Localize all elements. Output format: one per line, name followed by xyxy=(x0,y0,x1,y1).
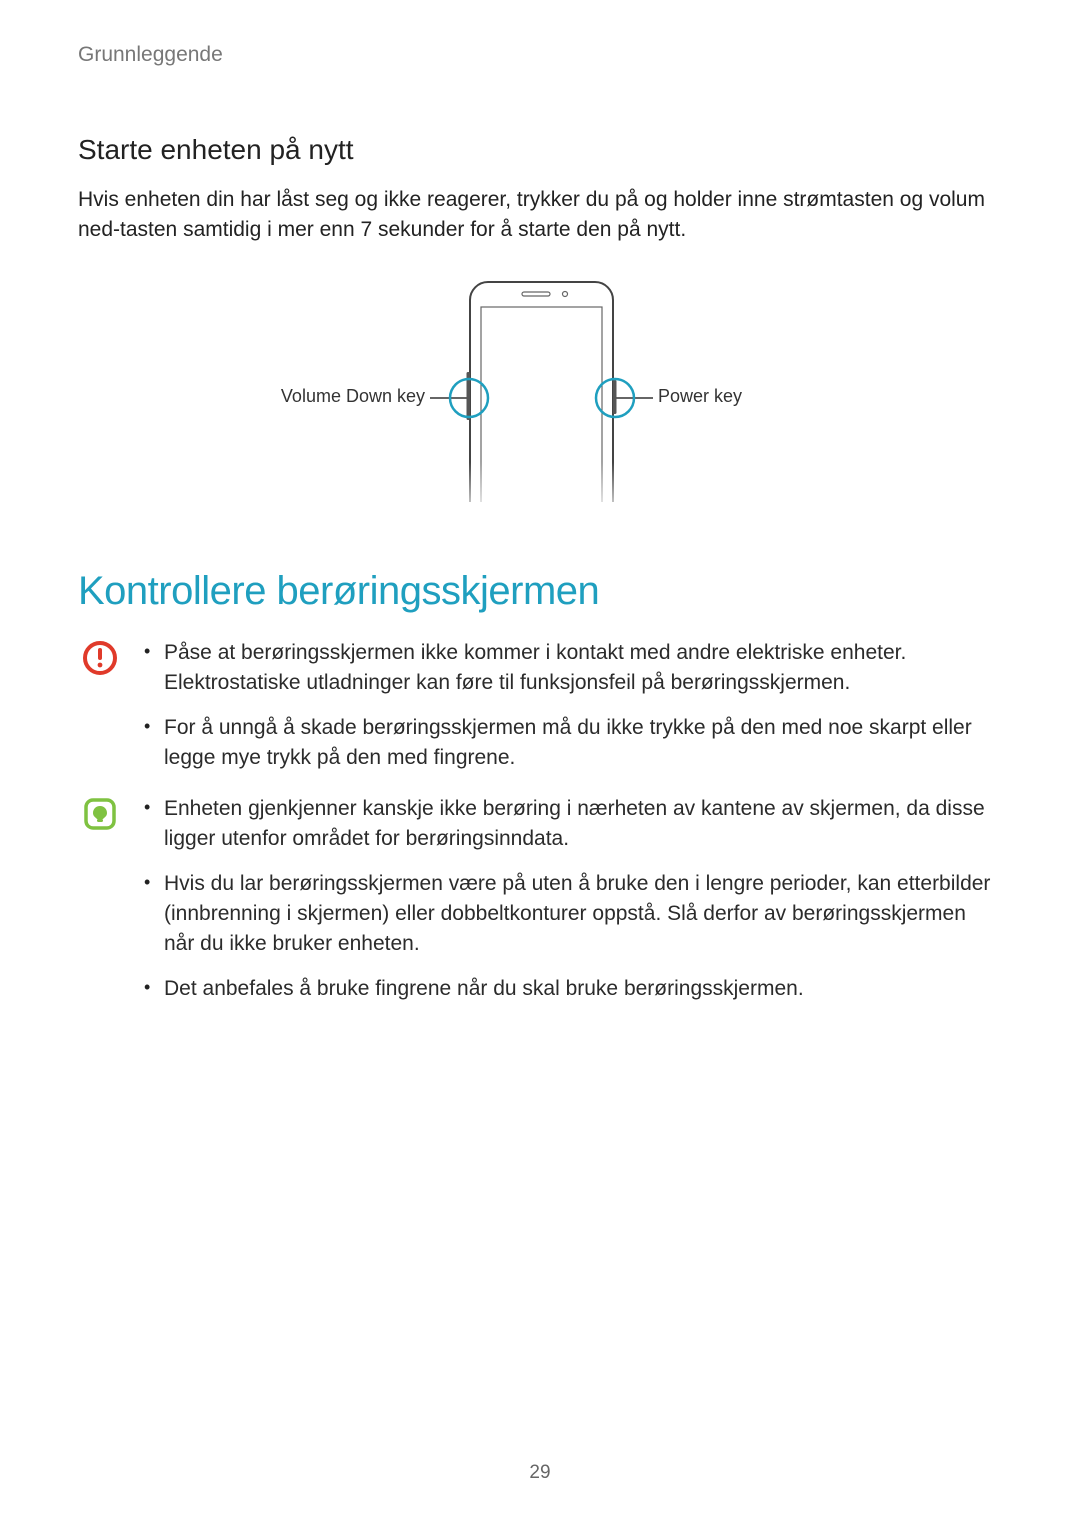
page: Grunnleggende Starte enheten på nytt Hvi… xyxy=(0,0,1080,1527)
list-item: Påse at berøringsskjermen ikke kommer i … xyxy=(140,638,1002,699)
note-callout: Enheten gjenkjenner kanskje ikke berørin… xyxy=(78,794,1002,1019)
section-heading: Starte enheten på nytt xyxy=(78,130,1002,171)
caution-icon xyxy=(80,638,120,678)
page-number: 29 xyxy=(0,1459,1080,1487)
note-list: Enheten gjenkjenner kanskje ikke berørin… xyxy=(140,794,1002,1019)
diagram-label-left: Volume Down key xyxy=(281,386,425,406)
list-item: Enheten gjenkjenner kanskje ikke berørin… xyxy=(140,794,1002,855)
diagram-label-right: Power key xyxy=(658,386,742,406)
caution-list: Påse at berøringsskjermen ikke kommer i … xyxy=(140,638,1002,788)
list-item: Det anbefales å bruke fingrene når du sk… xyxy=(140,974,1002,1004)
list-item: Hvis du lar berøringsskjermen være på ut… xyxy=(140,869,1002,960)
section-body: Hvis enheten din har låst seg og ikke re… xyxy=(78,185,1002,246)
device-diagram: Volume Down key Power key xyxy=(78,272,1002,502)
note-icon xyxy=(80,794,120,834)
caution-callout: Påse at berøringsskjermen ikke kommer i … xyxy=(78,638,1002,788)
main-heading: Kontrollere berøringsskjermen xyxy=(78,562,1002,620)
list-item: For å unngå å skade berøringsskjermen må… xyxy=(140,713,1002,774)
chapter-title: Grunnleggende xyxy=(78,40,1002,70)
